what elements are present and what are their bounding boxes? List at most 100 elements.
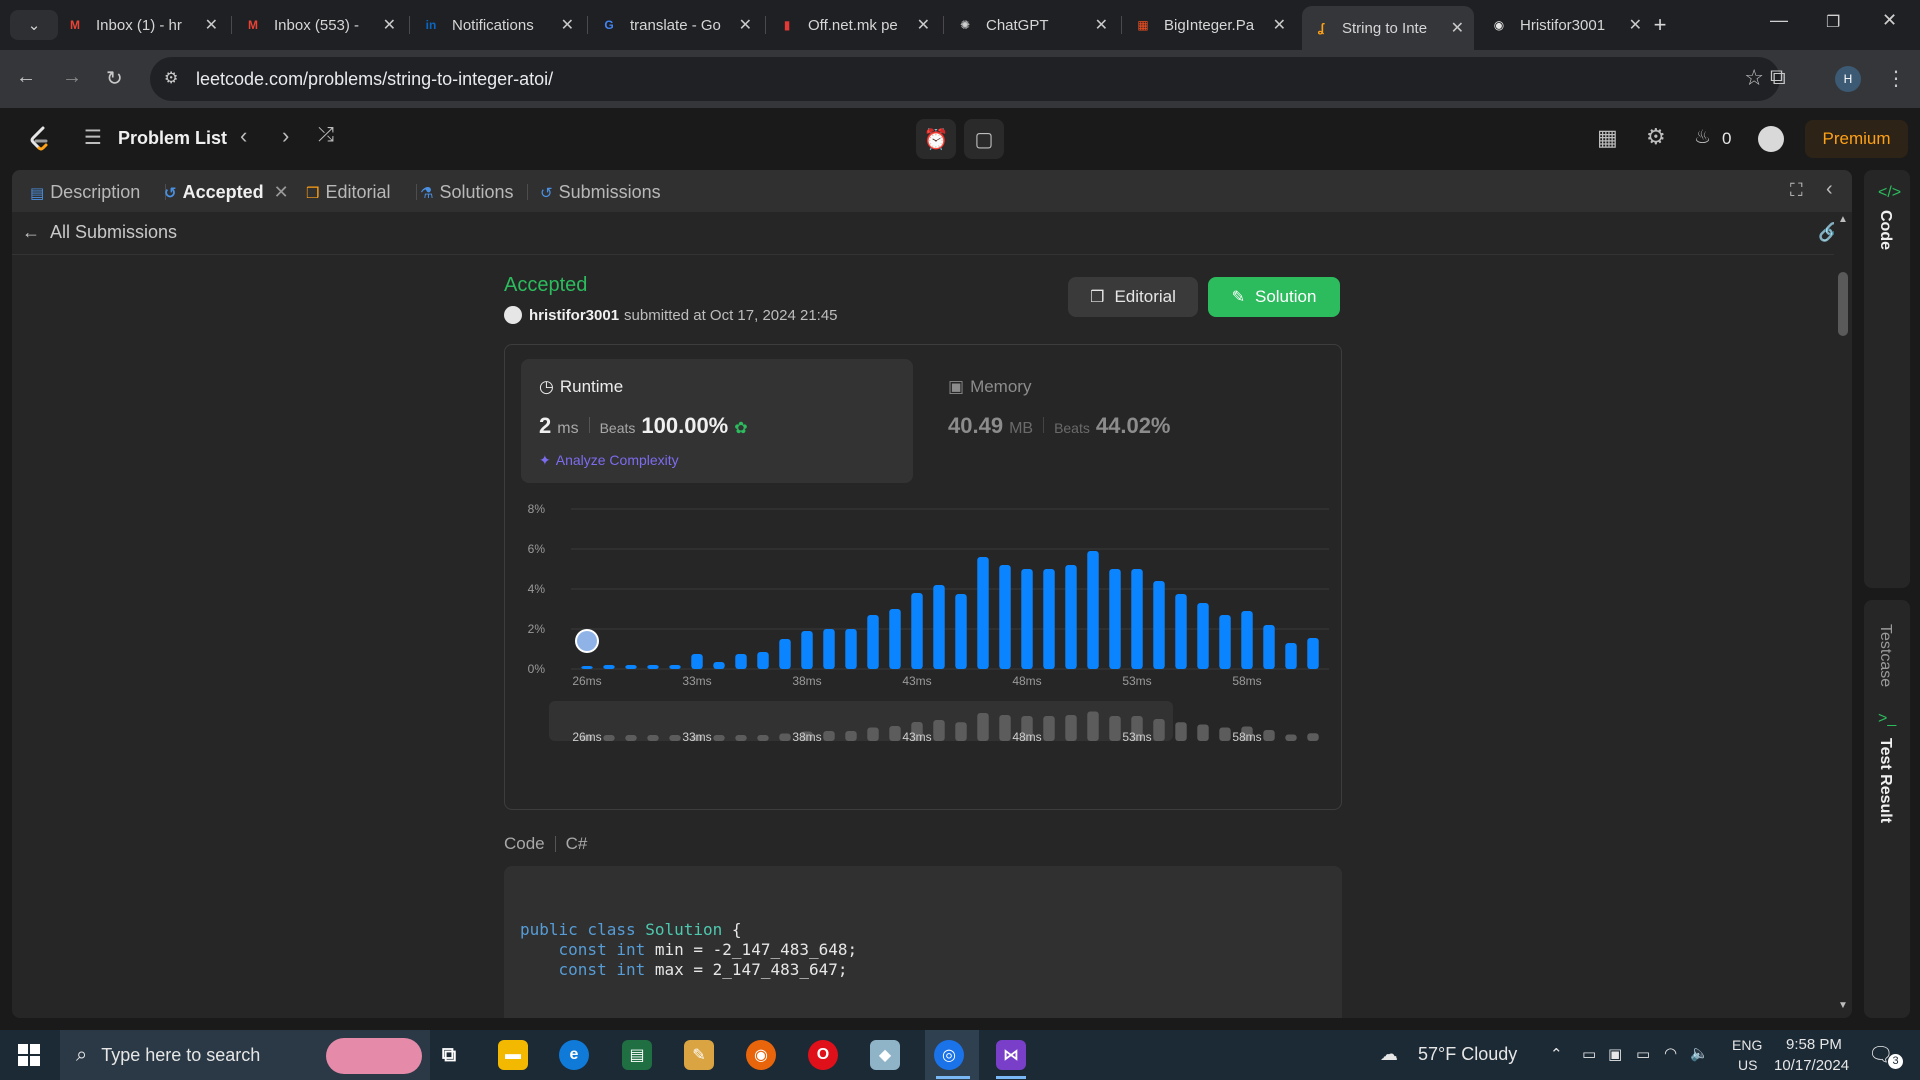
close-tab-icon[interactable]: ✕ <box>1095 15 1108 35</box>
close-tab-icon[interactable]: ✕ <box>274 182 289 203</box>
memory-card[interactable]: ▣ Memory 40.49 MB Beats 44.02% <box>930 359 1322 483</box>
submission-meta: hristifor3001 submitted at Oct 17, 2024 … <box>504 306 838 324</box>
weather-text[interactable]: 57°F Cloudy <box>1418 1044 1517 1065</box>
tab-editorial[interactable]: ❒ Editorial <box>306 182 390 203</box>
test-panel-collapsed[interactable]: Testcase >_ Test Result <box>1864 600 1910 1018</box>
site-settings-icon[interactable]: ⚙ <box>164 68 178 88</box>
taskbar-search[interactable]: ⌕ Type here to search <box>60 1030 430 1080</box>
close-tab-icon[interactable]: ✕ <box>1451 18 1464 38</box>
list-icon[interactable]: ☰ <box>84 125 102 150</box>
meet-now-icon[interactable]: ▭ <box>1582 1045 1596 1063</box>
close-tab-icon[interactable]: ✕ <box>1273 15 1286 35</box>
minimap-x-tick: 26ms <box>572 730 601 744</box>
app-icon[interactable]: ◆ <box>870 1040 900 1070</box>
browser-tab[interactable]: ʆ String to Inte ✕ <box>1302 6 1474 50</box>
profile-avatar[interactable]: H <box>1835 66 1861 92</box>
browser-tab[interactable]: M Inbox (553) - ✕ <box>234 8 406 42</box>
firefox-icon[interactable]: ◉ <box>746 1040 776 1070</box>
clock-date[interactable]: 10/17/2024 <box>1774 1057 1849 1074</box>
fullscreen-icon[interactable]: ⛶ <box>1790 180 1803 201</box>
user-avatar[interactable] <box>1758 126 1784 152</box>
task-view-icon[interactable]: ⧉ <box>434 1040 464 1070</box>
chart-bar <box>713 662 725 669</box>
weather-cloud-icon[interactable]: ☁ <box>1380 1044 1398 1065</box>
browser-tab[interactable]: ▦ BigInteger.Pa ✕ <box>1124 8 1296 42</box>
new-tab-button[interactable]: + <box>1645 8 1675 42</box>
close-tab-icon[interactable]: ✕ <box>561 15 574 35</box>
wifi-icon[interactable]: ◠ <box>1664 1044 1677 1062</box>
browser-tab[interactable]: M Inbox (1) - hr ✕ <box>56 8 228 42</box>
language-top[interactable]: ENG <box>1732 1037 1762 1053</box>
problem-list-link[interactable]: Problem List <box>118 128 227 149</box>
premium-button[interactable]: Premium <box>1805 120 1908 158</box>
stats-box: ◷ Runtime 2 ms Beats 100.00% ✿ ✦ Analyze C… <box>504 344 1342 810</box>
browser-tab[interactable]: Gtranslate - Go ✕ <box>590 8 762 42</box>
browser-tab[interactable]: ✺ ChatGPT ✕ <box>946 8 1118 42</box>
scrollbar-thumb[interactable] <box>1838 272 1848 336</box>
tab-description[interactable]: ▤ Description <box>30 182 140 203</box>
tab-solutions[interactable]: ⚗ Solutions <box>420 182 514 203</box>
windows-start-icon[interactable] <box>18 1044 40 1066</box>
clock-time[interactable]: 9:58 PM <box>1786 1036 1842 1053</box>
settings-gear-icon[interactable]: ⚙ <box>1646 124 1666 150</box>
close-tab-icon[interactable]: ✕ <box>383 15 396 35</box>
close-tab-icon[interactable]: ✕ <box>1629 15 1642 35</box>
chrome-icon[interactable]: ◎ <box>934 1040 964 1070</box>
all-submissions-link[interactable]: ← All Submissions <box>22 222 177 243</box>
notes-button[interactable]: ▢ <box>964 119 1004 159</box>
editorial-button[interactable]: ❒ Editorial <box>1068 277 1198 317</box>
close-tab-icon[interactable]: ✕ <box>205 15 218 35</box>
browser-tab[interactable]: ◉ Hristifor3001 ✕ <box>1480 8 1652 42</box>
test-result-rail-label[interactable]: Test Result <box>1876 738 1894 823</box>
code-block[interactable]: public class Solution { const int min = … <box>504 866 1342 1018</box>
streak-flame-icon[interactable]: ♨ <box>1694 126 1711 149</box>
leetcode-logo-icon[interactable] <box>28 125 50 153</box>
visual-studio-icon[interactable]: ⋈ <box>996 1040 1026 1070</box>
browser-tab[interactable]: in Notifications ✕ <box>412 8 584 42</box>
close-tab-icon[interactable]: ✕ <box>917 15 930 35</box>
opera-icon[interactable]: O <box>808 1040 838 1070</box>
analyze-complexity-link[interactable]: ✦ Analyze Complexity <box>539 452 679 469</box>
bookmark-star-icon[interactable]: ☆ <box>1744 65 1764 91</box>
back-button[interactable]: ← <box>16 66 36 89</box>
tab-submissions[interactable]: ↺ Submissions <box>540 182 661 203</box>
search-icon: ⌕ <box>76 1043 88 1066</box>
shuffle-icon[interactable]: ⤮ <box>318 124 334 147</box>
next-problem-icon[interactable]: › <box>282 123 289 149</box>
timer-button[interactable]: ⏰ <box>916 119 956 159</box>
solution-button[interactable]: ✎ Solution <box>1208 277 1340 317</box>
streak-count: 0 <box>1722 129 1732 148</box>
forward-button[interactable]: → <box>62 66 82 89</box>
calculator-icon[interactable]: ▤ <box>622 1040 652 1070</box>
browser-tab[interactable]: ▮ Off.net.mk pe ✕ <box>768 8 940 42</box>
scroll-up-icon[interactable]: ▲ <box>1838 214 1848 225</box>
file-explorer-icon[interactable]: ▬ <box>498 1040 528 1070</box>
tab-search-button[interactable]: ⌄ <box>10 10 58 40</box>
testcase-rail-label[interactable]: Testcase <box>1876 624 1894 687</box>
restore-button[interactable]: ❐ <box>1826 12 1840 32</box>
layout-icon[interactable]: ▦ <box>1597 125 1618 151</box>
minimap-bar <box>823 731 835 741</box>
edge-icon[interactable]: e <box>559 1040 589 1070</box>
author-name[interactable]: hristifor3001 <box>529 307 619 324</box>
reload-button[interactable]: ↻ <box>106 66 123 91</box>
collapse-panel-icon[interactable]: ‹ <box>1826 178 1833 201</box>
address-bar[interactable]: ⚙ leetcode.com/problems/string-to-intege… <box>150 57 1780 101</box>
extensions-icon[interactable]: ⧉ <box>1770 64 1786 90</box>
runtime-distribution-chart[interactable]: 0% 2% 4% 6% 8% 26ms 26ms 33ms 33ms 38ms 38ms 43ms 43… <box>505 495 1341 811</box>
battery-icon[interactable]: ▭ <box>1636 1045 1650 1063</box>
volume-icon[interactable]: 🔈 <box>1690 1044 1709 1062</box>
scroll-down-icon[interactable]: ▼ <box>1838 1000 1848 1011</box>
close-window-button[interactable]: ✕ <box>1882 10 1897 31</box>
prev-problem-icon[interactable]: ‹ <box>240 123 247 149</box>
code-panel-collapsed[interactable]: </> Code <box>1864 170 1910 588</box>
display-icon[interactable]: ▣ <box>1608 1045 1622 1063</box>
app-icon[interactable]: ✎ <box>684 1040 714 1070</box>
tab-accepted[interactable]: ↺ Accepted ✕ <box>164 182 289 203</box>
minimize-button[interactable]: — <box>1770 10 1788 31</box>
chevron-up-icon[interactable]: ⌃ <box>1550 1045 1563 1063</box>
close-tab-icon[interactable]: ✕ <box>739 15 752 35</box>
menu-kebab-icon[interactable]: ⋮ <box>1886 66 1906 91</box>
runtime-card[interactable]: ◷ Runtime 2 ms Beats 100.00% ✿ ✦ Analyze C… <box>521 359 913 483</box>
language-bottom[interactable]: US <box>1738 1057 1757 1073</box>
